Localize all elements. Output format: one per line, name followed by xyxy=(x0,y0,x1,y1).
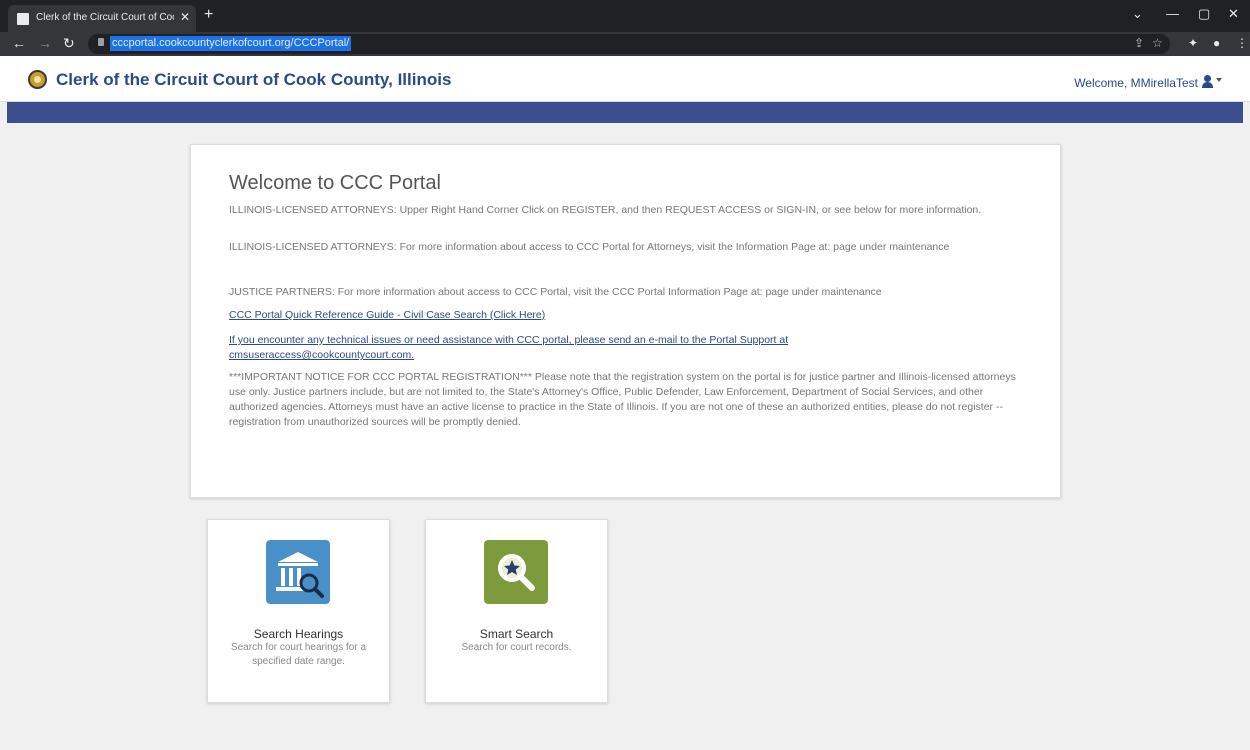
site-header: Clerk of the Circuit Court of Cook Count… xyxy=(0,56,1250,102)
extensions-puzzle-icon[interactable]: ✦ xyxy=(1188,36,1198,50)
support-paragraph: If you encounter any technical issues or… xyxy=(229,333,1029,363)
forward-arrow-icon[interactable]: → xyxy=(38,35,52,51)
chevron-down-icon[interactable] xyxy=(1216,78,1222,82)
tab-title: Clerk of the Circuit Court of Cook Count… xyxy=(36,12,174,23)
profile-icon[interactable]: ● xyxy=(1213,36,1220,50)
tab-close-icon[interactable]: ✕ xyxy=(180,10,190,24)
browser-toolbar: ← → ↻ cccportal.cookcountyclerkofcourt.o… xyxy=(0,32,1250,56)
welcome-panel: Welcome to CCC Portal ILLINOIS-LICENSED … xyxy=(190,144,1061,498)
share-icon[interactable]: ⇪ xyxy=(1134,36,1144,50)
support-text-link[interactable]: If you encounter any technical issues or… xyxy=(229,334,788,346)
courthouse-search-icon xyxy=(266,540,330,604)
justice-partners-text: JUSTICE PARTNERS: For more information a… xyxy=(229,286,882,298)
smart-search-description: Search for court records. xyxy=(461,642,572,653)
search-hearings-tile[interactable]: Search Hearings Search for court hearing… xyxy=(207,519,390,703)
lock-icon xyxy=(98,38,104,46)
attorney-register-text: ILLINOIS-LICENSED ATTORNEYS: Upper Right… xyxy=(229,204,982,216)
court-seal-logo xyxy=(28,70,47,89)
bookmark-star-icon[interactable]: ☆ xyxy=(1152,36,1163,50)
magnifier-star-icon xyxy=(484,540,548,604)
quick-reference-link[interactable]: CCC Portal Quick Reference Guide - Civil… xyxy=(229,309,545,321)
support-email-link[interactable]: cmsuseraccess@cookcountycourt.com. xyxy=(229,349,414,361)
minimize-button[interactable]: — xyxy=(1166,6,1179,21)
new-tab-button[interactable]: + xyxy=(204,7,213,23)
user-icon[interactable] xyxy=(1202,75,1213,88)
reload-icon[interactable]: ↻ xyxy=(63,35,75,51)
back-arrow-icon[interactable]: ← xyxy=(12,35,26,51)
welcome-user-text[interactable]: Welcome, MMirellaTest xyxy=(1074,76,1198,90)
site-title[interactable]: Clerk of the Circuit Court of Cook Count… xyxy=(56,70,451,90)
close-window-button[interactable]: ✕ xyxy=(1228,6,1239,22)
address-bar[interactable]: cccportal.cookcountyclerkofcourt.org/CCC… xyxy=(88,34,1170,54)
tab-search-icon[interactable]: ⌄ xyxy=(1132,6,1143,22)
nav-band xyxy=(7,102,1243,123)
smart-search-tile[interactable]: Smart Search Search for court records. xyxy=(425,519,608,703)
url-text[interactable]: cccportal.cookcountyclerkofcourt.org/CCC… xyxy=(110,36,352,51)
browser-menu-icon[interactable]: ⋮ xyxy=(1236,36,1248,50)
browser-tab[interactable]: Clerk of the Circuit Court of Cook Count… xyxy=(8,5,196,32)
quick-reference-paragraph: CCC Portal Quick Reference Guide - Civil… xyxy=(229,308,1029,323)
browser-tab-bar: Clerk of the Circuit Court of Cook Count… xyxy=(0,0,1250,32)
welcome-title: Welcome to CCC Portal xyxy=(229,172,441,194)
attorney-info-text: ILLINOIS-LICENSED ATTORNEYS: For more in… xyxy=(229,241,950,253)
smart-search-title: Smart Search xyxy=(479,627,554,641)
search-hearings-description: Search for court hearings for a specifie… xyxy=(230,642,367,667)
registration-notice: ***IMPORTANT NOTICE FOR CCC PORTAL REGIS… xyxy=(229,371,1016,428)
search-hearings-title: Search Hearings xyxy=(253,627,344,641)
page-favicon-icon xyxy=(17,13,29,25)
restore-button[interactable]: ▢ xyxy=(1198,6,1210,22)
